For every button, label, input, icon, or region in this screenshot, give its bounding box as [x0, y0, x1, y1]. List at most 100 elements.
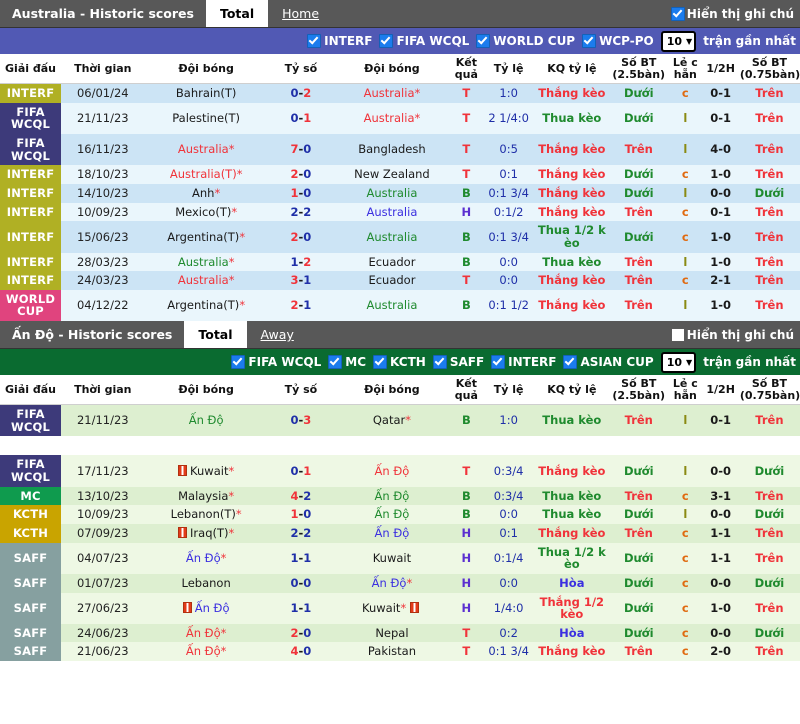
tab-away[interactable]: Away — [247, 321, 308, 348]
table-row[interactable]: SAFF 24/06/23 Ấn Độ* 2-0 Nepal T 0:2 Hòa Dưới c 0-… — [0, 623, 800, 643]
away-team[interactable]: Ấn Độ* — [334, 574, 450, 593]
league-badge[interactable]: WORLD CUP — [0, 289, 62, 322]
away-team[interactable]: Australia — [334, 203, 450, 222]
league-badge[interactable]: INTERF — [0, 221, 62, 253]
home-team[interactable]: Lebanon(T)* — [145, 505, 268, 524]
show-note-toggle[interactable]: Hiển thị ghi chú — [670, 321, 800, 348]
table-row[interactable]: FIFA WCQL 21/11/23 Ấn Độ 0-3 Qatar* B 1:0 Thua … — [0, 404, 800, 437]
table-row[interactable]: SAFF 27/06/23 Ấn Độ 1-1 Kuwait* H 1/4:0 Thắng … — [0, 592, 800, 624]
filter-asian-cup[interactable]: ASIAN CUP — [563, 355, 654, 370]
filter-saff[interactable]: SAFF — [432, 355, 484, 370]
match-count-select[interactable]: 10 ▼ — [660, 351, 697, 373]
league-badge[interactable]: KCTH — [0, 505, 62, 524]
away-team[interactable]: Kuwait — [334, 543, 450, 574]
filter-checkbox[interactable] — [231, 355, 246, 370]
league-badge[interactable]: INTERF — [0, 183, 62, 203]
away-team[interactable]: Kuwait* — [334, 593, 450, 624]
filter-checkbox[interactable] — [307, 34, 322, 48]
league-badge[interactable]: FIFA WCQL — [0, 134, 62, 166]
away-team[interactable]: New Zealand — [334, 165, 450, 184]
league-badge[interactable]: SAFF — [0, 573, 62, 593]
table-row[interactable]: MC 13/10/23 Malaysia* 4-2 Ấn Độ B 0:3/4 Thua kè… — [0, 486, 800, 506]
filter-checkbox[interactable] — [328, 355, 343, 370]
away-team[interactable]: Ấn Độ — [334, 505, 450, 524]
filter-checkbox[interactable] — [373, 355, 388, 370]
away-team[interactable]: Ecuador — [334, 271, 450, 290]
show-note-toggle[interactable]: Hiển thị ghi chú — [670, 0, 800, 27]
away-team[interactable]: Australia — [334, 290, 450, 321]
table-row[interactable]: INTERF 14/10/23 Anh* 1-0 Australia B 0:1 3/4 Th… — [0, 183, 800, 203]
table-row[interactable]: SAFF 21/06/23 Ấn Độ* 4-0 Pakistan T 0:1 3/4 Thắ… — [0, 642, 800, 662]
filter-checkbox[interactable] — [491, 355, 506, 370]
away-team[interactable]: Australia — [334, 184, 450, 203]
filter-checkbox[interactable] — [379, 34, 394, 48]
league-badge[interactable]: INTERF — [0, 271, 62, 290]
table-row[interactable]: FIFA WCQL 17/11/23 Kuwait* 0-1 Ấn Độ T 0:3/4 Th… — [0, 455, 800, 487]
tab-total[interactable]: Total — [184, 321, 247, 349]
league-badge[interactable]: INTERF — [0, 252, 62, 272]
home-team[interactable]: Lebanon — [145, 574, 268, 593]
away-team[interactable]: Australia — [334, 221, 450, 252]
away-team[interactable]: Ecuador — [334, 253, 450, 272]
home-team[interactable]: Australia(T)* — [145, 165, 268, 184]
home-team[interactable]: Iraq(T)* — [145, 524, 268, 543]
home-team[interactable]: Ấn Độ — [145, 593, 268, 624]
away-team[interactable]: Australia* — [334, 84, 450, 103]
table-row[interactable]: INTERF 24/03/23 Australia* 3-1 Ecuador T 0:0 Th… — [0, 271, 800, 290]
league-badge[interactable]: SAFF — [0, 623, 62, 643]
league-badge[interactable]: SAFF — [0, 542, 62, 574]
tab-total[interactable]: Total — [205, 0, 269, 27]
table-row[interactable]: SAFF 01/07/23 Lebanon 0-0 Ấn Độ* H 0:0 Hòa Dưới c… — [0, 573, 800, 593]
home-team[interactable]: Anh* — [145, 184, 268, 203]
home-team[interactable]: Malaysia* — [145, 487, 268, 506]
league-badge[interactable]: FIFA WCQL — [0, 102, 62, 135]
filter-fifa-wcql[interactable]: FIFA WCQL — [231, 355, 321, 370]
league-badge[interactable]: FIFA WCQL — [0, 404, 62, 437]
away-team[interactable]: Bangladesh — [334, 134, 450, 165]
league-badge[interactable]: INTERF — [0, 83, 62, 103]
table-row[interactable]: SAFF 04/07/23 Ấn Độ* 1-1 Kuwait H 0:1/4 Thua 1/… — [0, 542, 800, 574]
away-team[interactable]: Nepal — [334, 624, 450, 643]
filter-kcth[interactable]: KCTH — [373, 355, 426, 370]
show-note-checkbox[interactable] — [670, 327, 685, 342]
home-team[interactable]: Ấn Độ* — [145, 642, 268, 661]
filter-checkbox[interactable] — [582, 34, 597, 48]
home-team[interactable]: Australia* — [145, 253, 268, 272]
filter-interf[interactable]: INTERF — [307, 34, 372, 48]
show-note-checkbox[interactable] — [670, 6, 685, 21]
away-team[interactable]: Australia* — [334, 103, 450, 134]
filter-world-cup[interactable]: WORLD CUP — [476, 34, 575, 48]
filter-checkbox[interactable] — [432, 355, 447, 370]
home-team[interactable]: Argentina(T)* — [145, 290, 268, 321]
filter-interf[interactable]: INTERF — [491, 355, 556, 370]
table-row[interactable]: WORLD CUP 04/12/22 Argentina(T)* 2-1 Austral… — [0, 289, 800, 322]
filter-mc[interactable]: MC — [328, 355, 366, 370]
league-badge[interactable]: FIFA WCQL — [0, 455, 62, 487]
table-row[interactable]: INTERF 15/06/23 Argentina(T)* 2-0 Australia B… — [0, 221, 800, 253]
filter-wcp-po[interactable]: WCP-PO — [582, 34, 654, 48]
home-team[interactable]: Ấn Độ* — [145, 543, 268, 574]
away-team[interactable]: Ấn Độ — [334, 524, 450, 543]
away-team[interactable]: Ấn Độ — [334, 487, 450, 506]
table-row[interactable]: INTERF 28/03/23 Australia* 1-2 Ecuador B 0:0 Th… — [0, 252, 800, 272]
away-team[interactable]: Pakistan — [334, 642, 450, 661]
tab-home[interactable]: Home — [268, 0, 333, 27]
filter-checkbox[interactable] — [563, 355, 578, 370]
table-row[interactable]: KCTH 10/09/23 Lebanon(T)* 1-0 Ấn Độ B 0:0 Thua … — [0, 505, 800, 524]
home-team[interactable]: Ấn Độ — [145, 405, 268, 437]
league-badge[interactable]: SAFF — [0, 642, 62, 662]
home-team[interactable]: Australia* — [145, 271, 268, 290]
home-team[interactable]: Ấn Độ* — [145, 624, 268, 643]
filter-checkbox[interactable] — [476, 34, 491, 48]
match-count-select[interactable]: 10 ▼ — [660, 30, 697, 52]
league-badge[interactable]: INTERF — [0, 165, 62, 184]
league-badge[interactable]: INTERF — [0, 202, 62, 222]
league-badge[interactable]: MC — [0, 486, 62, 506]
table-row[interactable]: FIFA WCQL 16/11/23 Australia* 7-0 Bangladesh… — [0, 134, 800, 166]
away-team[interactable]: Qatar* — [334, 405, 450, 437]
table-row[interactable]: INTERF 18/10/23 Australia(T)* 2-0 New Zealan… — [0, 165, 800, 184]
filter-fifa-wcql[interactable]: FIFA WCQL — [379, 34, 469, 48]
home-team[interactable]: Palestine(T) — [145, 103, 268, 134]
home-team[interactable]: Australia* — [145, 134, 268, 165]
home-team[interactable]: Argentina(T)* — [145, 221, 268, 252]
